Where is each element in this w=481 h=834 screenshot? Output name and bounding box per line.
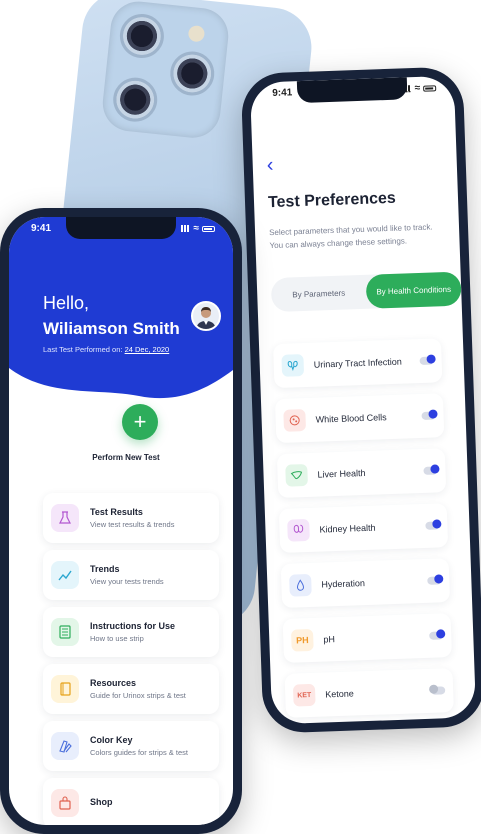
condition-toggle[interactable]	[427, 576, 442, 585]
camera-lens-icon	[117, 11, 167, 61]
menu-title: Test Results	[90, 507, 143, 517]
menu-item-instructions[interactable]: Instructions for Use How to use strip	[43, 607, 219, 657]
user-avatar-icon	[196, 307, 216, 329]
condition-item-hydration[interactable]: Hyderation	[280, 558, 451, 608]
perform-test-button[interactable]: +	[122, 404, 158, 440]
condition-label: Ketone	[325, 688, 354, 700]
last-test-label: Last Test Performed on:	[43, 345, 123, 354]
condition-toggle[interactable]	[421, 411, 436, 420]
menu-title: Resources	[90, 678, 137, 688]
flash-icon	[187, 24, 206, 43]
menu-text: Shop	[90, 797, 113, 810]
menu-subtitle: View test results & trends	[90, 520, 175, 529]
greeting: Hello,	[43, 293, 90, 313]
menu-subtitle: How to use strip	[90, 634, 144, 643]
segment-by-health-conditions[interactable]: By Health Conditions	[365, 271, 462, 309]
last-test-info: Last Test Performed on: 24 Dec, 2020	[43, 345, 169, 354]
status-time: 9:41	[272, 87, 293, 99]
menu-subtitle: View your tests trends	[90, 577, 164, 586]
menu-title: Trends	[90, 564, 120, 574]
condition-label: White Blood Cells	[315, 412, 387, 425]
bag-icon	[51, 789, 79, 817]
condition-item-uti[interactable]: Urinary Tract Infection	[272, 338, 443, 389]
trend-icon	[51, 561, 79, 589]
menu-text: Color Key Colors guides for strips & tes…	[90, 735, 188, 757]
droplet-icon	[289, 573, 312, 597]
notch	[66, 217, 176, 239]
condition-label: Hyderation	[321, 578, 366, 590]
menu-title: Instructions for Use	[90, 621, 176, 631]
phone-home: 9:41 ≈ Hello, Wiliamson Smith Last Test …	[0, 208, 242, 834]
notch	[296, 77, 408, 104]
ketone-icon: KET	[292, 683, 316, 707]
kidneys-icon	[281, 354, 305, 377]
filter-segmented-control: By Parameters By Health Conditions	[270, 271, 462, 313]
menu-item-trends[interactable]: Trends View your tests trends	[43, 550, 219, 600]
page-title: Test Preferences	[267, 189, 397, 212]
last-test-date[interactable]: 24 Dec, 2020	[125, 345, 170, 354]
kidney-icon	[287, 518, 310, 542]
menu-title: Color Key	[90, 735, 133, 745]
condition-label: Urinary Tract Infection	[313, 356, 402, 370]
menu-title: Shop	[90, 796, 113, 807]
preferences-screen: 9:41 ≈ ‹ Test Preferences Select paramet…	[249, 75, 477, 725]
back-chevron-icon[interactable]: ‹	[266, 154, 273, 177]
strip-icon	[51, 618, 79, 646]
cell-icon	[283, 409, 307, 432]
camera-lens-icon	[168, 49, 217, 98]
menu-item-resources[interactable]: Resources Guide for Urinox strips & test	[43, 664, 219, 714]
condition-label: Kidney Health	[319, 522, 376, 535]
status-icons: ≈	[180, 223, 215, 234]
battery-icon	[423, 84, 437, 92]
menu-text: Trends View your tests trends	[90, 564, 164, 586]
condition-toggle[interactable]	[431, 686, 446, 695]
battery-icon	[202, 225, 215, 232]
condition-label: pH	[323, 634, 336, 645]
home-menu: Test Results View test results & trends …	[43, 493, 219, 825]
page-description: Select parameters that you would like to…	[268, 222, 433, 251]
menu-text: Test Results View test results & trends	[90, 507, 174, 529]
book-icon	[51, 675, 79, 703]
menu-text: Instructions for Use How to use strip	[90, 621, 175, 643]
user-name: Wiliamson Smith	[43, 319, 180, 338]
menu-item-color-key[interactable]: Color Key Colors guides for strips & tes…	[43, 721, 219, 771]
condition-label: Liver Health	[317, 467, 366, 480]
camera-lens-icon	[111, 75, 160, 124]
camera-module	[100, 0, 231, 141]
menu-item-shop[interactable]: Shop	[43, 778, 219, 825]
condition-item-wbc[interactable]: White Blood Cells	[274, 393, 445, 444]
wifi-icon: ≈	[193, 223, 200, 234]
condition-toggle[interactable]	[419, 356, 434, 365]
mockup-stage: 9:41 ≈ ‹ Test Preferences Select paramet…	[0, 0, 481, 834]
avatar[interactable]	[191, 301, 221, 331]
wifi-icon: ≈	[414, 82, 421, 95]
condition-item-ph[interactable]: PH pH	[282, 613, 453, 663]
header-wave	[9, 368, 233, 428]
flask-icon	[51, 504, 79, 532]
conditions-list: Urinary Tract Infection White Blood Cell…	[272, 338, 454, 724]
segment-by-parameters[interactable]: By Parameters	[271, 275, 367, 312]
menu-subtitle: Guide for Urinox strips & test	[90, 691, 186, 700]
condition-toggle[interactable]	[423, 466, 438, 475]
signal-icon	[180, 225, 191, 232]
ph-icon: PH	[290, 628, 314, 652]
menu-subtitle: Colors guides for strips & test	[90, 748, 188, 757]
home-screen: 9:41 ≈ Hello, Wiliamson Smith Last Test …	[9, 217, 233, 825]
palette-icon	[51, 732, 79, 760]
condition-toggle[interactable]	[425, 521, 440, 530]
status-time: 9:41	[31, 223, 52, 234]
menu-item-test-results[interactable]: Test Results View test results & trends	[43, 493, 219, 543]
liver-icon	[285, 463, 308, 487]
phone-preferences: 9:41 ≈ ‹ Test Preferences Select paramet…	[240, 66, 481, 734]
condition-item-kidney[interactable]: Kidney Health	[278, 503, 449, 553]
condition-toggle[interactable]	[429, 631, 444, 640]
condition-item-ketone[interactable]: KET Ketone	[284, 668, 454, 718]
menu-text: Resources Guide for Urinox strips & test	[90, 678, 186, 700]
condition-item-liver[interactable]: Liver Health	[276, 448, 447, 499]
perform-test-label: Perform New Test	[92, 453, 160, 462]
